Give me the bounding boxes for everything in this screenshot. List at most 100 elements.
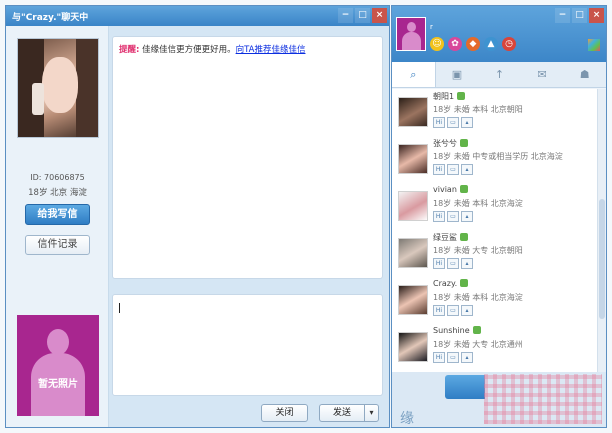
close-button[interactable]: 关闭 <box>261 404 308 422</box>
panel-minimize-button[interactable]: − <box>555 8 570 23</box>
chat-window: 与"Crazy."聊天中 − □ × ID: 70606875 18岁 北京 海… <box>5 5 390 428</box>
panel-action-button[interactable] <box>445 375 485 399</box>
contact-avatar[interactable] <box>398 238 428 268</box>
my-photo-placeholder[interactable]: 暂无照片 <box>17 315 99 416</box>
close-window-button[interactable]: × <box>372 8 387 23</box>
contact-info: 18岁 未婚 本科 北京朝阳 <box>433 105 523 114</box>
contact-name: 张兮兮 <box>433 138 468 149</box>
send-options-chevron-down-icon[interactable]: ▾ <box>364 404 379 422</box>
contact-actions: Hi ▭ ▴ <box>433 305 473 316</box>
profile-button[interactable]: ▴ <box>461 211 473 222</box>
photo-hair-right <box>76 39 98 137</box>
chat-title: 与"Crazy."聊天中 <box>12 13 89 23</box>
partner-location: 18岁 北京 海淀 <box>28 188 87 198</box>
contact-avatar[interactable] <box>398 97 428 127</box>
chat-window-controls: − □ × <box>338 8 387 23</box>
quick-actions: ☺ ✿ ◆ ▲ ◷ <box>430 37 516 51</box>
no-photo-label: 暂无照片 <box>38 379 78 390</box>
profile-button[interactable]: ▴ <box>461 164 473 175</box>
chat-titlebar[interactable]: 与"Crazy."聊天中 − □ × <box>6 6 389 26</box>
contact-list-scrollbar[interactable] <box>597 89 606 372</box>
contact-name-text: Crazy. <box>433 279 458 288</box>
panel-window-controls: − □ × <box>555 8 604 23</box>
say-hi-button[interactable]: Hi <box>433 211 445 222</box>
verified-icon <box>472 326 481 334</box>
verified-icon <box>460 139 468 147</box>
maximize-button[interactable]: □ <box>355 8 370 23</box>
contact-actions: Hi ▭ ▴ <box>433 211 473 222</box>
chat-button[interactable]: ▭ <box>447 117 459 128</box>
contact-avatar[interactable] <box>398 191 428 221</box>
chat-button[interactable]: ▭ <box>447 258 459 269</box>
say-hi-button[interactable]: Hi <box>433 164 445 175</box>
photo-face <box>42 57 78 113</box>
profile-button[interactable]: ▴ <box>461 117 473 128</box>
smiley-icon[interactable]: ☺ <box>430 37 444 51</box>
mountain-icon[interactable]: ▲ <box>484 37 498 51</box>
chat-button[interactable]: ▭ <box>447 305 459 316</box>
contact-actions: Hi ▭ ▴ <box>433 352 473 363</box>
contact-name: Crazy. <box>433 279 469 288</box>
panel-tabs: ⌕ ▣ ↑ ✉ ☗ <box>392 62 606 88</box>
contact-avatar[interactable] <box>398 332 428 362</box>
chat-button[interactable]: ▭ <box>447 211 459 222</box>
chat-button[interactable]: ▭ <box>447 352 459 363</box>
contact-item[interactable]: Crazy. 18岁 未婚 本科 北京海淀 Hi ▭ ▴ <box>392 277 597 324</box>
gift-icon[interactable]: ◆ <box>466 37 480 51</box>
verified-icon <box>457 92 466 100</box>
contact-avatar[interactable] <box>398 285 428 315</box>
contact-name-text: Sunshine <box>433 326 470 335</box>
panel-close-button[interactable]: × <box>589 8 604 23</box>
contact-name: Sunshine <box>433 326 481 335</box>
letter-records-button[interactable]: 信件记录 <box>25 235 90 255</box>
contact-item[interactable]: 张兮兮 18岁 未婚 中专或相当学历 北京海淀 Hi ▭ ▴ <box>392 136 597 183</box>
clock-icon[interactable]: ◷ <box>502 37 516 51</box>
contact-item[interactable]: 绿豆鲨 18岁 未婚 大专 北京朝阳 Hi ▭ ▴ <box>392 230 597 277</box>
text-caret <box>119 303 120 313</box>
contact-item[interactable]: 朝阳1 18岁 未婚 本科 北京朝阳 Hi ▭ ▴ <box>392 89 597 136</box>
contact-name: vivian <box>433 185 468 194</box>
send-button[interactable]: 发送 <box>319 404 364 422</box>
group-icon[interactable]: ☗ <box>563 62 606 87</box>
profile-button[interactable]: ▴ <box>461 258 473 269</box>
contact-actions: Hi ▭ ▴ <box>433 117 473 128</box>
contact-avatar[interactable] <box>398 144 428 174</box>
panel-header: r − □ × ☺ ✿ ◆ ▲ ◷ <box>392 6 606 62</box>
say-hi-button[interactable]: Hi <box>433 258 445 269</box>
contact-info: 18岁 未婚 本科 北京海淀 <box>433 199 523 208</box>
panel-maximize-button[interactable]: □ <box>572 8 587 23</box>
search-icon[interactable]: ⌕ <box>392 62 436 87</box>
message-history: 提醒: 佳缘佳信更方便更好用。向TA推荐佳缘佳信 <box>112 36 383 279</box>
partner-photo[interactable] <box>17 38 99 138</box>
mail-icon[interactable]: ✉ <box>521 62 564 87</box>
chat-bubble-icon[interactable]: ▣ <box>436 62 479 87</box>
contact-item[interactable]: Sunshine 18岁 未婚 大专 北京通州 Hi ▭ ▴ <box>392 324 597 371</box>
umbrella-icon[interactable]: ↑ <box>478 62 521 87</box>
contact-name-text: 绿豆鲨 <box>433 233 457 242</box>
chat-button[interactable]: ▭ <box>447 164 459 175</box>
say-hi-button[interactable]: Hi <box>433 117 445 128</box>
contact-name-text: vivian <box>433 185 457 194</box>
avatar-head-icon <box>407 22 416 32</box>
skin-palette-icon[interactable] <box>588 39 600 51</box>
say-hi-button[interactable]: Hi <box>433 305 445 316</box>
contact-actions: Hi ▭ ▴ <box>433 164 473 175</box>
contact-name-text: 张兮兮 <box>433 139 457 148</box>
profile-button[interactable]: ▴ <box>461 352 473 363</box>
recommend-link[interactable]: 向TA推荐佳缘佳信 <box>236 45 306 55</box>
tip-text: 佳缘佳信更方便更好用。 <box>139 45 236 55</box>
contact-info: 18岁 未婚 中专或相当学历 北京海淀 <box>433 152 563 161</box>
scrollbar-thumb[interactable] <box>599 199 605 319</box>
say-hi-button[interactable]: Hi <box>433 352 445 363</box>
profile-button[interactable]: ▴ <box>461 305 473 316</box>
contact-name-text: 朝阳1 <box>433 92 455 101</box>
write-letter-button[interactable]: 给我写信 <box>25 204 90 225</box>
placeholder-head-icon <box>47 329 69 355</box>
my-avatar[interactable] <box>396 17 426 51</box>
minimize-button[interactable]: − <box>338 8 353 23</box>
desktop: 与"Crazy."聊天中 − □ × ID: 70606875 18岁 北京 海… <box>0 0 612 433</box>
flower-icon[interactable]: ✿ <box>448 37 462 51</box>
message-input[interactable] <box>112 294 383 396</box>
contact-item[interactable]: vivian 18岁 未婚 本科 北京海淀 Hi ▭ ▴ <box>392 183 597 230</box>
watermark-overlay <box>484 374 602 424</box>
